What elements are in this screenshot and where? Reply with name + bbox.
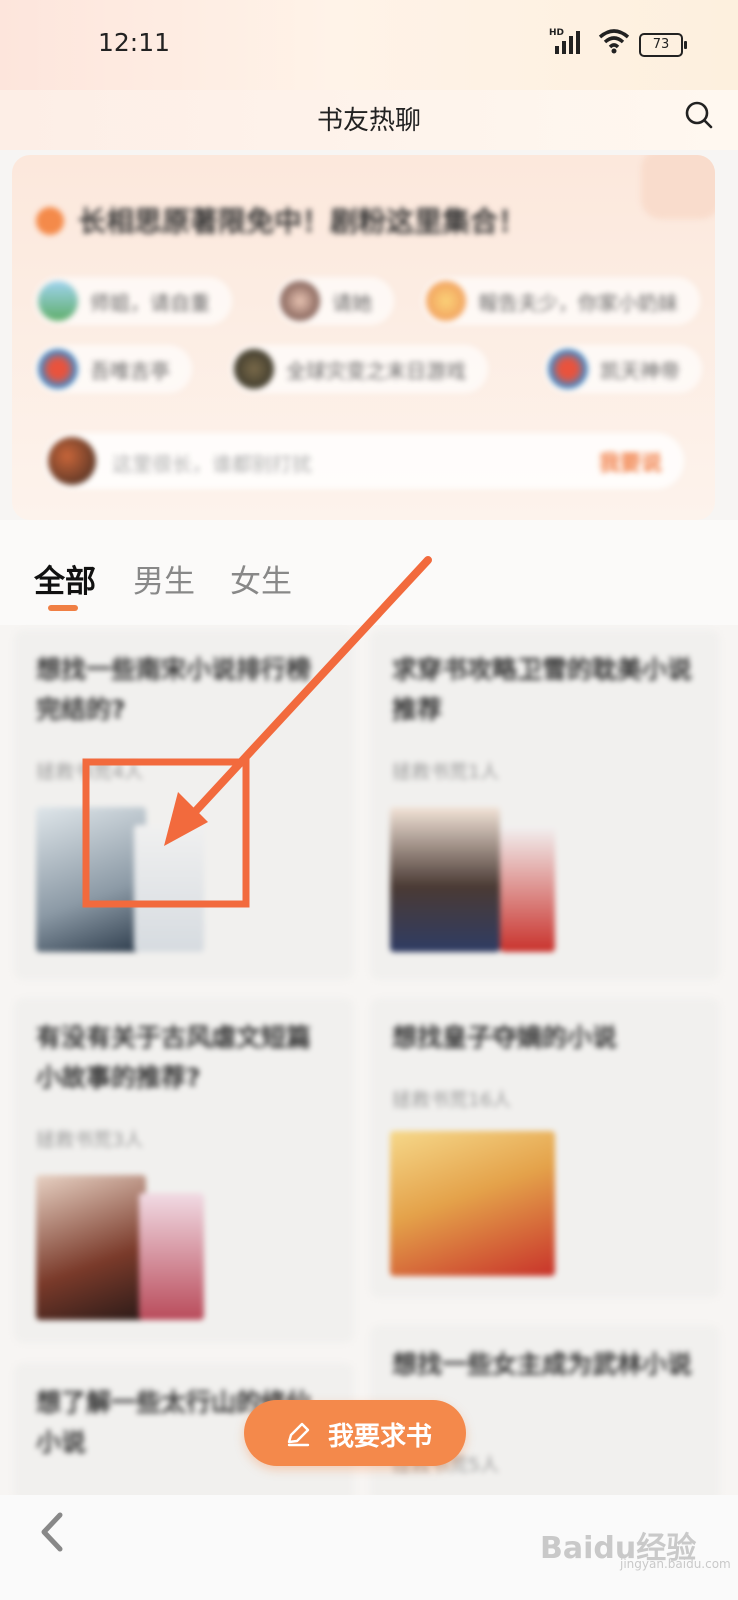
watermark-url: jingyan.baidu.com	[620, 1557, 731, 1571]
bottom-bar: Baidu经验 jingyan.baidu.com	[0, 1495, 738, 1600]
request-book-button[interactable]: 我要求书	[244, 1400, 466, 1466]
back-icon[interactable]	[34, 1507, 74, 1557]
annotation-overlay	[82, 556, 432, 908]
pencil-icon	[287, 1422, 310, 1447]
annotation-arrow	[176, 556, 432, 832]
request-book-label: 我要求书	[328, 1422, 433, 1452]
